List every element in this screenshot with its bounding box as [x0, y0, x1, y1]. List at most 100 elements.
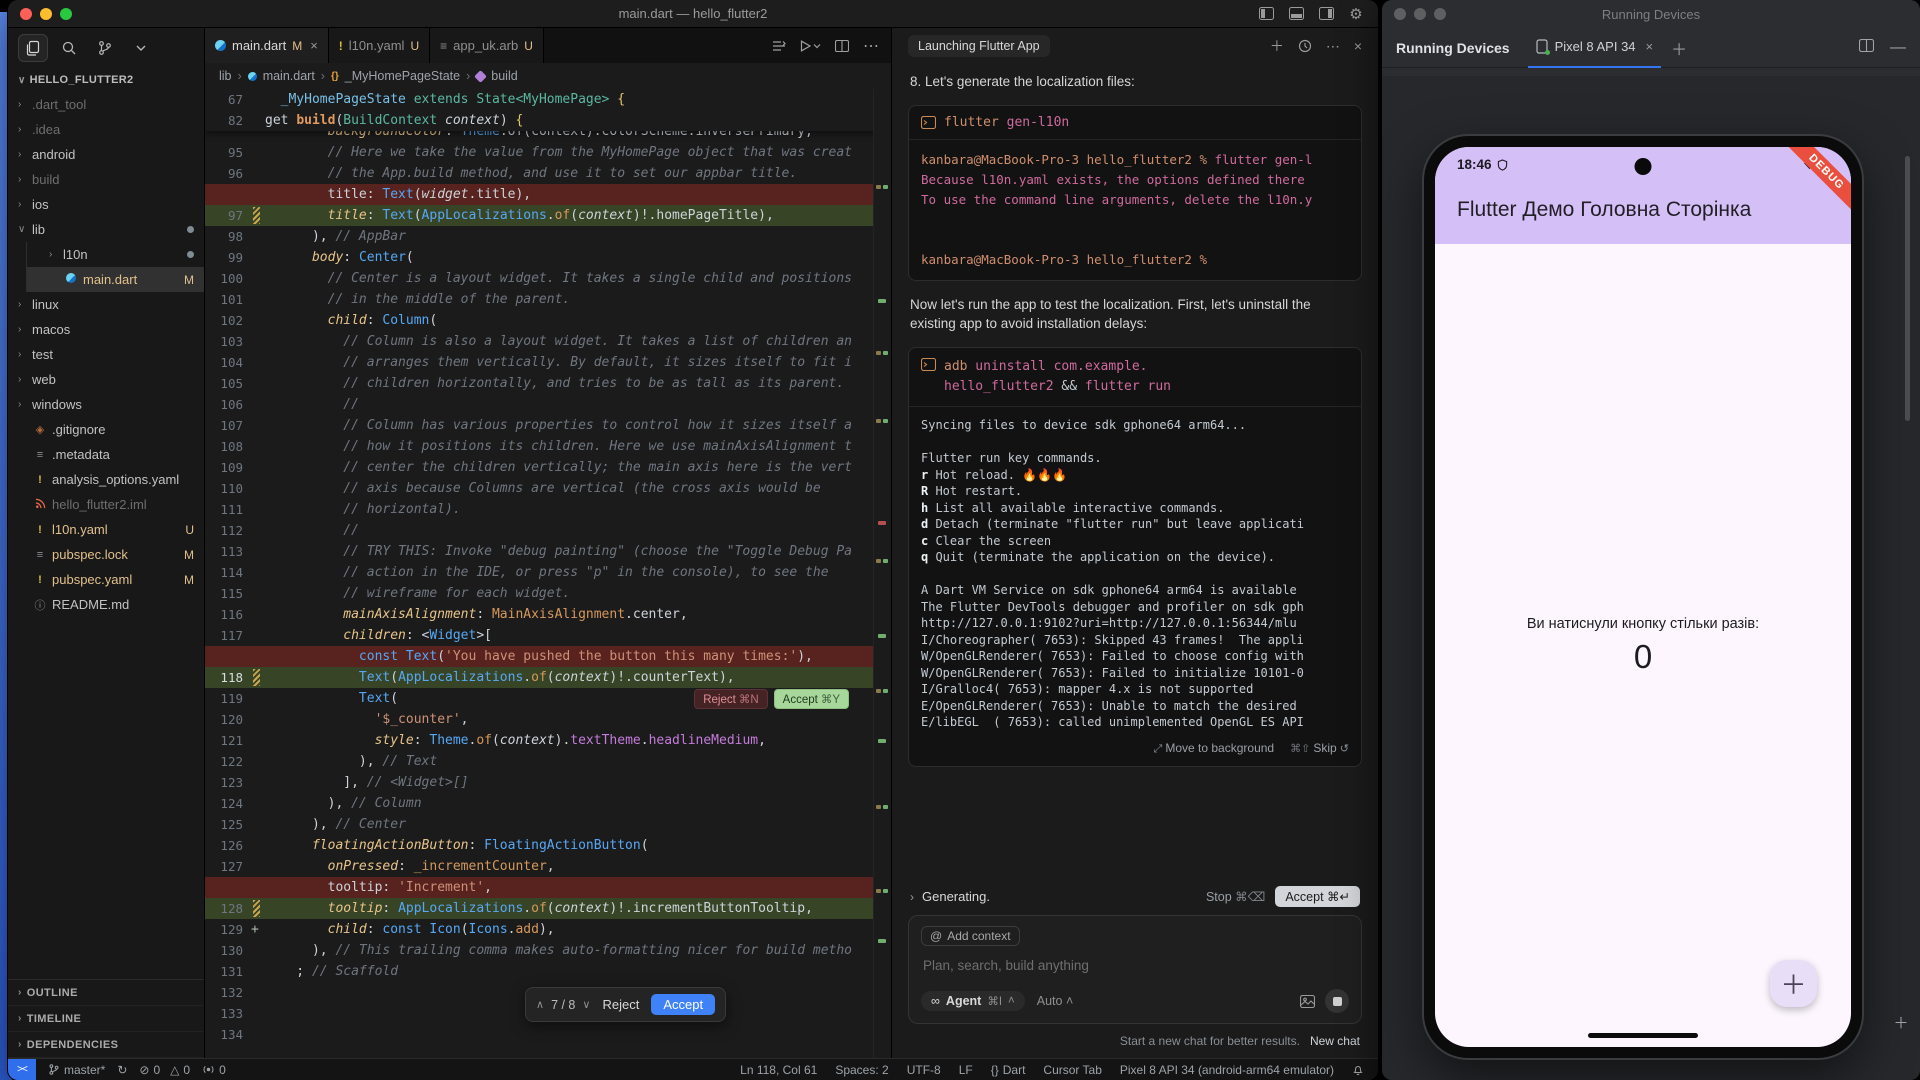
close-icon[interactable]: ×: [310, 38, 318, 53]
code-line[interactable]: 109 // center the children vertically; t…: [205, 457, 891, 478]
zoom-window-button[interactable]: [60, 7, 72, 20]
tree-item-analysis-options-yaml[interactable]: ! analysis_options.yaml: [8, 467, 204, 492]
code-line-added[interactable]: 118 Text(AppLocalizations.of(context)!.c…: [205, 667, 891, 688]
panel-right-icon[interactable]: [1318, 6, 1334, 22]
code-line[interactable]: 108 // how it positions its children. He…: [205, 436, 891, 457]
minimap[interactable]: [873, 89, 891, 1058]
encoding-status[interactable]: UTF-8: [907, 1063, 941, 1077]
tree-item--idea[interactable]: › .idea: [8, 117, 204, 142]
tree-item-macos[interactable]: › macos: [8, 317, 204, 342]
code-line[interactable]: 127 onPressed: _incrementCounter,: [205, 856, 891, 877]
code-line[interactable]: 110 // axis because Columns are vertical…: [205, 478, 891, 499]
minimize-panel-icon[interactable]: —: [1890, 39, 1906, 57]
code-line[interactable]: 117 children: <Widget>[: [205, 625, 891, 646]
code-line[interactable]: 115 // wireframe for each widget.: [205, 583, 891, 604]
breadcrumb[interactable]: lib › main.dart › {} _MyHomePageState › bui…: [205, 63, 891, 89]
agent-mode-selector[interactable]: ∞ Agent ⌘I ˄: [921, 991, 1025, 1011]
chevron-right-icon[interactable]: ›: [910, 890, 914, 904]
git-branch-status[interactable]: master*: [48, 1063, 105, 1077]
code-line-removed[interactable]: title: Text(widget.title),: [205, 184, 891, 205]
code-line[interactable]: 67 _MyHomePageState extends State<MyHome…: [205, 89, 891, 110]
code-line[interactable]: 134: [205, 1024, 891, 1045]
code-line[interactable]: 123 ], // <Widget>[]: [205, 772, 891, 793]
code-line[interactable]: 100 // Center is a layout widget. It tak…: [205, 268, 891, 289]
move-to-background-button[interactable]: ⤢ Move to background: [1154, 741, 1275, 756]
code-line-removed[interactable]: tooltip: 'Increment',: [205, 877, 891, 898]
code-line[interactable]: 105 // children horizontally, and tries …: [205, 373, 891, 394]
device-status[interactable]: Pixel 8 API 34 (android-arm64 emulator): [1120, 1063, 1334, 1077]
code-line[interactable]: 114 // action in the IDE, or press "p" i…: [205, 562, 891, 583]
split-panel-icon[interactable]: [1859, 38, 1874, 57]
code-line[interactable]: 121 style: Theme.of(context).textTheme.h…: [205, 730, 891, 751]
close-window-button[interactable]: [1394, 8, 1406, 20]
close-icon[interactable]: ×: [1646, 39, 1654, 54]
run-debug-icon[interactable]: [800, 39, 821, 52]
close-icon[interactable]: ×: [1354, 38, 1362, 54]
tab-app-uk-arb[interactable]: ≡ app_uk.arb U: [430, 28, 544, 63]
tab-l10n-yaml[interactable]: ! l10n.yaml U: [328, 28, 431, 63]
minimize-window-button[interactable]: [1414, 8, 1426, 20]
tree-item-ios[interactable]: › ios: [8, 192, 204, 217]
tree-item-l10n-yaml[interactable]: ! l10n.yaml U: [8, 517, 204, 542]
code-line[interactable]: 131 ; // Scaffold: [205, 961, 891, 982]
tree-item-test[interactable]: › test: [8, 342, 204, 367]
add-context-button[interactable]: @ Add context: [921, 926, 1020, 946]
cursor-position-status[interactable]: Ln 118, Col 61: [740, 1063, 817, 1077]
code-line[interactable]: 95 // Here we take the value from the My…: [205, 142, 891, 163]
code-line[interactable]: 102 child: Column(: [205, 310, 891, 331]
sidebar-section-timeline[interactable]: › TIMELINE: [8, 1006, 204, 1032]
code-line[interactable]: 107 // Column has various properties to …: [205, 415, 891, 436]
traffic-lights[interactable]: [20, 7, 72, 20]
code-line[interactable]: 99 body: Center(: [205, 247, 891, 268]
outline-list-icon[interactable]: [772, 40, 786, 52]
code-line[interactable]: 101 // in the middle of the parent.: [205, 289, 891, 310]
code-line[interactable]: 112 //: [205, 520, 891, 541]
more-icon[interactable]: ⋯: [1326, 38, 1340, 55]
code-line-added[interactable]: 97 title: Text(AppLocalizations.of(conte…: [205, 205, 891, 226]
tree-item-build[interactable]: › build: [8, 167, 204, 192]
tree-item-pubspec-yaml[interactable]: ! pubspec.yaml M: [8, 567, 204, 592]
prev-change-icon[interactable]: ∧: [536, 998, 544, 1011]
new-chat-icon[interactable]: ＋: [1270, 36, 1284, 56]
tree-item-l10n[interactable]: › l10n: [26, 242, 204, 267]
chat-input-placeholder[interactable]: Plan, search, build anything: [923, 958, 1347, 973]
minimize-window-button[interactable]: [40, 7, 52, 20]
image-attach-icon[interactable]: [1300, 994, 1315, 1008]
code-line[interactable]: 98 ), // AppBar: [205, 226, 891, 247]
chat-input-box[interactable]: @ Add context Plan, search, build anythin…: [908, 915, 1362, 1024]
accept-all-button[interactable]: Accept: [651, 994, 716, 1015]
indentation-status[interactable]: Spaces: 2: [835, 1063, 888, 1077]
code-line[interactable]: 129 + child: const Icon(Icons.add),: [205, 919, 891, 940]
code-editor[interactable]: 67 _MyHomePageState extends State<MyHome…: [205, 89, 891, 1058]
more-icon[interactable]: ⋯: [863, 36, 879, 56]
code-line[interactable]: backgroundColor: Theme.of(context).color…: [205, 131, 891, 142]
code-line[interactable]: 116 mainAxisAlignment: MainAxisAlignment…: [205, 604, 891, 625]
device-tab-pixel8[interactable]: Pixel 8 API 34 ×: [1527, 28, 1662, 68]
panel-left-icon[interactable]: [1258, 6, 1274, 22]
cursor-tab-status[interactable]: Cursor Tab: [1043, 1063, 1101, 1077]
code-line[interactable]: 130 ), // This trailing comma makes auto…: [205, 940, 891, 961]
bell-icon[interactable]: [1352, 1063, 1364, 1076]
phone-screen[interactable]: 18:46 Flutter Демо Головна Сторінка DEBU…: [1435, 147, 1851, 1047]
search-icon[interactable]: [54, 34, 84, 62]
code-line-removed[interactable]: const Text('You have pushed the button t…: [205, 646, 891, 667]
tree-item-lib[interactable]: ∨ lib: [8, 217, 204, 242]
tree-item-windows[interactable]: › windows: [8, 392, 204, 417]
chevron-down-icon[interactable]: [126, 34, 156, 62]
tree-item-linux[interactable]: › linux: [8, 292, 204, 317]
history-icon[interactable]: [1298, 39, 1312, 53]
code-line[interactable]: 104 // arranges them vertically. By defa…: [205, 352, 891, 373]
language-status[interactable]: {} Dart: [991, 1063, 1026, 1077]
sync-icon[interactable]: ↻: [117, 1063, 127, 1077]
new-chat-button[interactable]: New chat: [1310, 1034, 1360, 1048]
code-line[interactable]: 120 '$_counter',: [205, 709, 891, 730]
tree-item-pubspec-lock[interactable]: ≡ pubspec.lock M: [8, 542, 204, 567]
code-line[interactable]: 124 ), // Column: [205, 793, 891, 814]
panel-bottom-icon[interactable]: [1288, 6, 1304, 22]
code-line[interactable]: 122 ), // Text: [205, 751, 891, 772]
code-line[interactable]: 96 // the App.build method, and use it t…: [205, 163, 891, 184]
tree-item-web[interactable]: › web: [8, 367, 204, 392]
code-line[interactable]: 125 ), // Center: [205, 814, 891, 835]
accept-generation-button[interactable]: Accept ⌘↵: [1275, 886, 1360, 907]
add-device-icon[interactable]: ＋: [1671, 36, 1687, 60]
